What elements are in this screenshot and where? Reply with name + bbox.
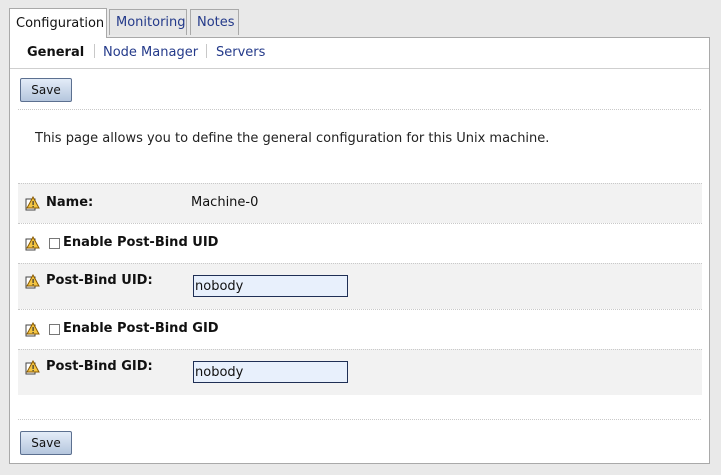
name-label: Name:	[46, 195, 94, 210]
help-warning-icon[interactable]	[25, 236, 40, 251]
enable-uid-label: Enable Post-Bind UID	[63, 235, 219, 250]
subtab-node-manager[interactable]: Node Manager	[103, 45, 198, 60]
subtab-divider	[206, 44, 207, 58]
enable-gid-row: Enable Post-Bind GID	[18, 309, 702, 349]
enable-gid-checkbox[interactable]	[49, 324, 60, 335]
configuration-panel: General Node Manager Servers Save This p…	[9, 37, 710, 464]
divider	[18, 419, 701, 420]
tab-monitoring[interactable]: Monitoring	[109, 9, 187, 35]
enable-uid-checkbox[interactable]	[49, 238, 60, 249]
tab-configuration[interactable]: Configuration	[9, 8, 107, 38]
help-warning-icon[interactable]	[25, 196, 40, 211]
gid-input[interactable]	[193, 361, 348, 383]
subtab-servers[interactable]: Servers	[216, 45, 265, 60]
save-button-top[interactable]: Save	[20, 78, 72, 102]
subtab-general[interactable]: General	[27, 45, 84, 60]
help-warning-icon[interactable]	[25, 274, 40, 289]
divider	[18, 109, 701, 110]
name-value: Machine-0	[191, 195, 259, 210]
subtab-divider	[94, 44, 95, 58]
uid-label: Post-Bind UID:	[46, 273, 153, 288]
help-warning-icon[interactable]	[25, 322, 40, 337]
uid-input[interactable]	[193, 275, 348, 297]
enable-gid-label: Enable Post-Bind GID	[63, 321, 219, 336]
page-description: This page allows you to define the gener…	[35, 131, 550, 146]
help-warning-icon[interactable]	[25, 360, 40, 375]
save-button-bottom[interactable]: Save	[20, 431, 72, 455]
name-row: Name: Machine-0	[18, 183, 702, 223]
tab-notes[interactable]: Notes	[190, 9, 239, 35]
uid-row: Post-Bind UID:	[18, 263, 702, 309]
gid-label: Post-Bind GID:	[46, 359, 153, 374]
enable-uid-row: Enable Post-Bind UID	[18, 223, 702, 263]
gid-row: Post-Bind GID:	[18, 349, 702, 395]
subtab-bar: General Node Manager Servers	[10, 38, 709, 69]
